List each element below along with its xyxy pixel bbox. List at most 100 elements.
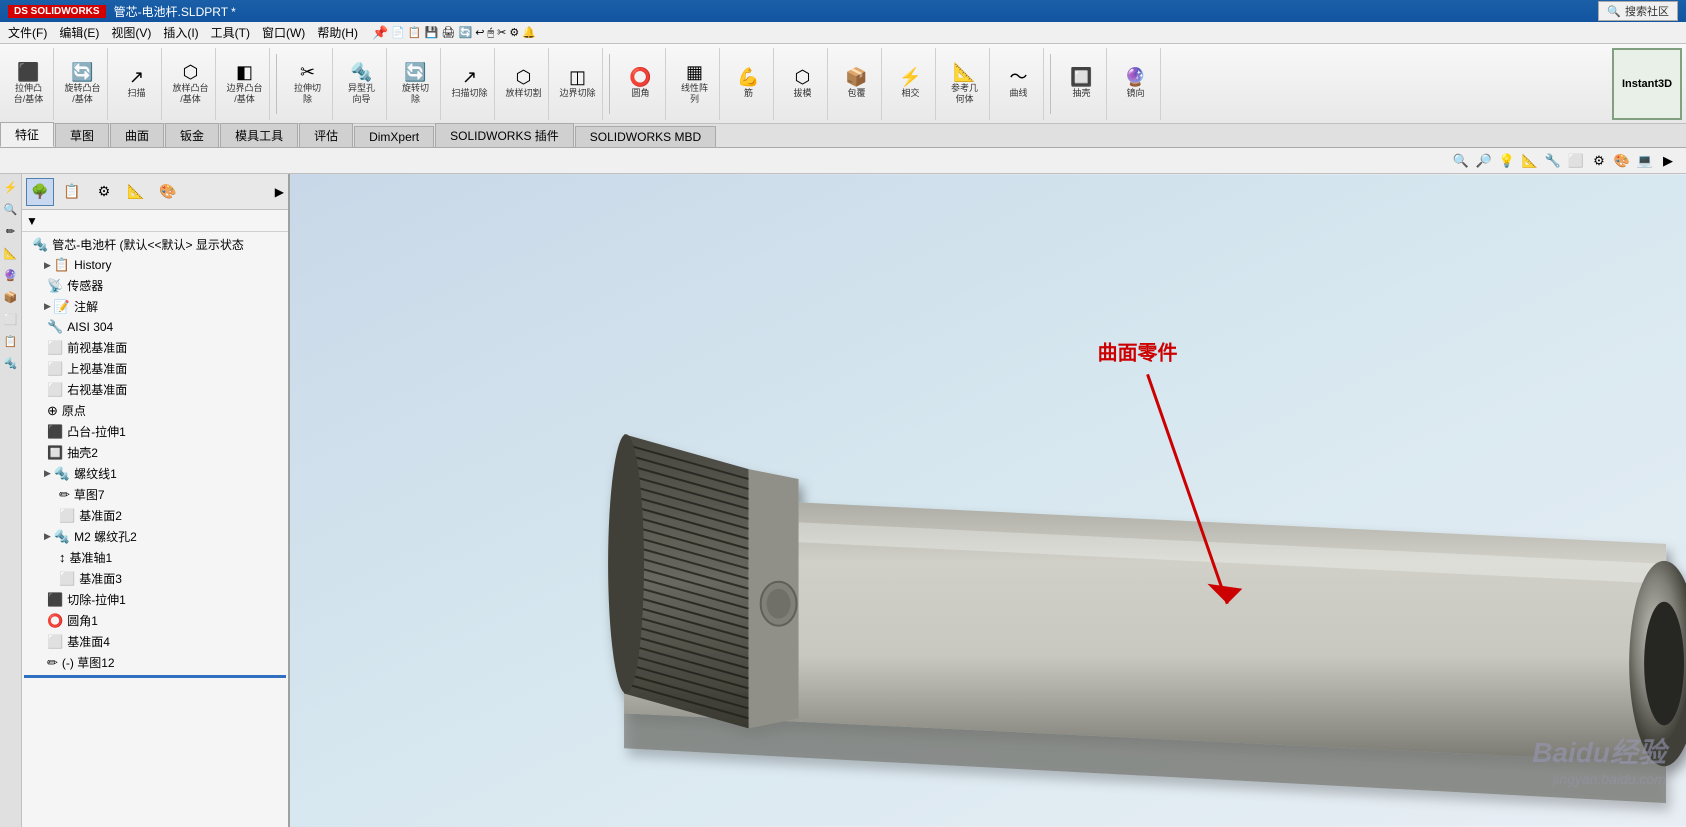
tree-item-sketch7[interactable]: ✏ 草图7 [24,484,286,505]
dim-xpert-mgr-btn[interactable]: 📐 [122,178,150,206]
tree-item-plane3[interactable]: ⬜ 基准面3 [24,568,286,589]
menu-item-file[interactable]: 文件(F) [2,22,53,43]
toolbar-extra: 📌 📄 📋 💾 🖨 🔄 ↩ 🖱 ✂ ⚙ 🔔 [372,25,536,41]
tab-mold[interactable]: 模具工具 [220,123,298,147]
curves-btn[interactable]: 〜 曲线 [994,48,1044,120]
tree-item-history[interactable]: ▶ 📋 History [24,255,286,275]
shell-btn[interactable]: 🔲 抽壳 [1057,48,1107,120]
menu-item-window[interactable]: 窗口(W) [256,22,311,43]
tree-item-annotations[interactable]: ▶ 📝 注解 [24,296,286,317]
rib-btn[interactable]: 💪 筋 [724,48,774,120]
part-icon: 🔩 [32,237,48,253]
menu-item-view[interactable]: 视图(V) [105,22,157,43]
sweep-btn[interactable]: ↗ 扫描 [112,48,162,120]
tree-item-plane4[interactable]: ⬜ 基准面4 [24,631,286,652]
side-icon-8[interactable]: 📋 [2,332,20,350]
tree-item-origin[interactable]: ⊕ 原点 [24,400,286,421]
view-settings-btn[interactable]: ▶ [1658,151,1678,171]
tree-item-sensors[interactable]: 📡 传感器 [24,275,286,296]
loft-btn[interactable]: ⬡ 放样凸台/基体 [166,48,216,120]
side-icon-7[interactable]: ⬜ [2,310,20,328]
boss-extrude-btn[interactable]: ⬛ 拉伸凸台/基体 [4,48,54,120]
menu-item-tools[interactable]: 工具(T) [205,22,256,43]
tree-item-sketch12[interactable]: ✏ (-) 草图12 [24,652,286,673]
tab-dimxpert[interactable]: DimXpert [354,126,434,147]
sweep-cut-btn[interactable]: ↗ 扫描切除 [445,48,495,120]
tree-item-front-plane[interactable]: ⬜ 前视基准面 [24,337,286,358]
title-text: 管芯-电池杆.SLDPRT * [114,3,236,20]
panel-filter-row: ▼ [22,210,288,232]
viewport[interactable]: 曲面零件 Baidu经验 jingyan.baidu.com [290,174,1686,827]
revolve-btn[interactable]: 🔄 旋转凸台/基体 [58,48,108,120]
loft-cut-btn[interactable]: ⬡ 放样切割 [499,48,549,120]
menu-item-edit[interactable]: 编辑(E) [53,22,105,43]
wrap-btn[interactable]: 📦 包覆 [832,48,882,120]
hide-show-btn[interactable]: ⚙ [1589,151,1609,171]
instant3d-button[interactable]: Instant3D [1612,48,1682,120]
tree-item-top-plane[interactable]: ⬜ 上视基准面 [24,358,286,379]
tree-item-shell2[interactable]: 🔲 抽壳2 [24,442,286,463]
config-manager-btn[interactable]: ⚙ [90,178,118,206]
tab-sw-addins[interactable]: SOLIDWORKS 插件 [435,123,574,147]
feature-manager-btn[interactable]: 🌳 [26,178,54,206]
side-icon-9[interactable]: 🔩 [2,354,20,372]
side-icon-2[interactable]: 🔍 [2,200,20,218]
boundary-boss-btn[interactable]: ◧ 边界凸台/基体 [220,48,270,120]
property-manager-btn[interactable]: 📋 [58,178,86,206]
menu-item-help[interactable]: 帮助(H) [311,22,364,43]
tab-surface[interactable]: 曲面 [110,123,164,147]
panel-arrow-btn[interactable]: ▶ [275,185,284,199]
tree-item-material[interactable]: 🔧 AISI 304 [24,317,286,337]
side-icon-4[interactable]: 📐 [2,244,20,262]
tab-sw-mbd[interactable]: SOLIDWORKS MBD [575,126,716,147]
fillet-btn[interactable]: ⭕ 圆角 [616,48,666,120]
search-box[interactable]: 🔍 搜索社区 [1598,1,1678,21]
filter-icon: ▼ [26,214,38,228]
side-icon-5[interactable]: 🔮 [2,266,20,284]
side-icon-3[interactable]: ✏ [2,222,20,240]
window-controls: 🔍 搜索社区 [1598,1,1678,21]
tree-item-m2-thread2[interactable]: ▶ 🔩 M2 螺纹孔2 [24,526,286,547]
zoom-in-btn[interactable]: 🔎 [1474,151,1494,171]
toolbar-icons: 📄 📋 💾 🖨 🔄 ↩ 🖱 ✂ ⚙ 🔔 [391,26,536,40]
toolbar: ⬛ 拉伸凸台/基体 🔄 旋转凸台/基体 ↗ 扫描 ⬡ 放样凸台/基体 ◧ 边界凸… [0,44,1686,124]
tree-item-fillet1[interactable]: ⭕ 圆角1 [24,610,286,631]
draft-btn[interactable]: ⬡ 拔模 [778,48,828,120]
tree-divider [24,675,286,678]
edit-appearance-btn[interactable]: 🎨 [1612,151,1632,171]
pin-icon[interactable]: 📌 [372,25,388,41]
display-style-btn[interactable]: ⬜ [1566,151,1586,171]
part-svg: 曲面零件 [290,174,1686,827]
display-manager-btn[interactable]: 🎨 [154,178,182,206]
boundary-cut-btn[interactable]: ◫ 边界切除 [553,48,603,120]
tab-bar: 特征 草图 曲面 钣金 模具工具 评估 DimXpert SOLIDWORKS … [0,124,1686,148]
tree-root-item[interactable]: 🔩 管芯-电池杆 (默认<<默认> 显示状态 [24,234,286,255]
title-bar: DS SOLIDWORKS 管芯-电池杆.SLDPRT * 🔍 搜索社区 [0,0,1686,22]
mirror-btn[interactable]: 🔮 镜向 [1111,48,1161,120]
cut-extrude-btn[interactable]: ✂ 拉伸切除 [283,48,333,120]
zoom-to-fit-btn[interactable]: 🔍 [1451,151,1471,171]
intersect-btn[interactable]: ⚡ 相交 [886,48,936,120]
tree-item-boss-extrude1[interactable]: ⬛ 凸台-拉伸1 [24,421,286,442]
tab-features[interactable]: 特征 [0,122,54,147]
section-view-btn[interactable]: 🔧 [1543,151,1563,171]
hole-wizard-btn[interactable]: 🔩 异型孔向导 [337,48,387,120]
rotate-view-btn[interactable]: 💡 [1497,151,1517,171]
tab-evaluate[interactable]: 评估 [299,123,353,147]
view-orient-btn[interactable]: 📐 [1520,151,1540,171]
linear-pattern-btn[interactable]: ▦ 线性阵列 [670,48,720,120]
revolve-cut-btn[interactable]: 🔄 旋转切除 [391,48,441,120]
tree-item-cut-extrude1[interactable]: ⬛ 切除-拉伸1 [24,589,286,610]
tree-item-thread1[interactable]: ▶ 🔩 螺纹线1 [24,463,286,484]
scene-btn[interactable]: 💻 [1635,151,1655,171]
tree-item-axis1[interactable]: ↕ 基准轴1 [24,547,286,568]
side-icon-1[interactable]: ⚡ [2,178,20,196]
tree-item-right-plane[interactable]: ⬜ 右视基准面 [24,379,286,400]
menu-item-insert[interactable]: 插入(I) [157,22,204,43]
tree-item-plane2[interactable]: ⬜ 基准面2 [24,505,286,526]
ref-geometry-btn[interactable]: 📐 参考几何体 [940,48,990,120]
tab-sketch[interactable]: 草图 [55,123,109,147]
feature-tree: 🔩 管芯-电池杆 (默认<<默认> 显示状态 ▶ 📋 History 📡 传感器… [22,232,288,827]
side-icon-6[interactable]: 📦 [2,288,20,306]
tab-sheetmetal[interactable]: 钣金 [165,123,219,147]
